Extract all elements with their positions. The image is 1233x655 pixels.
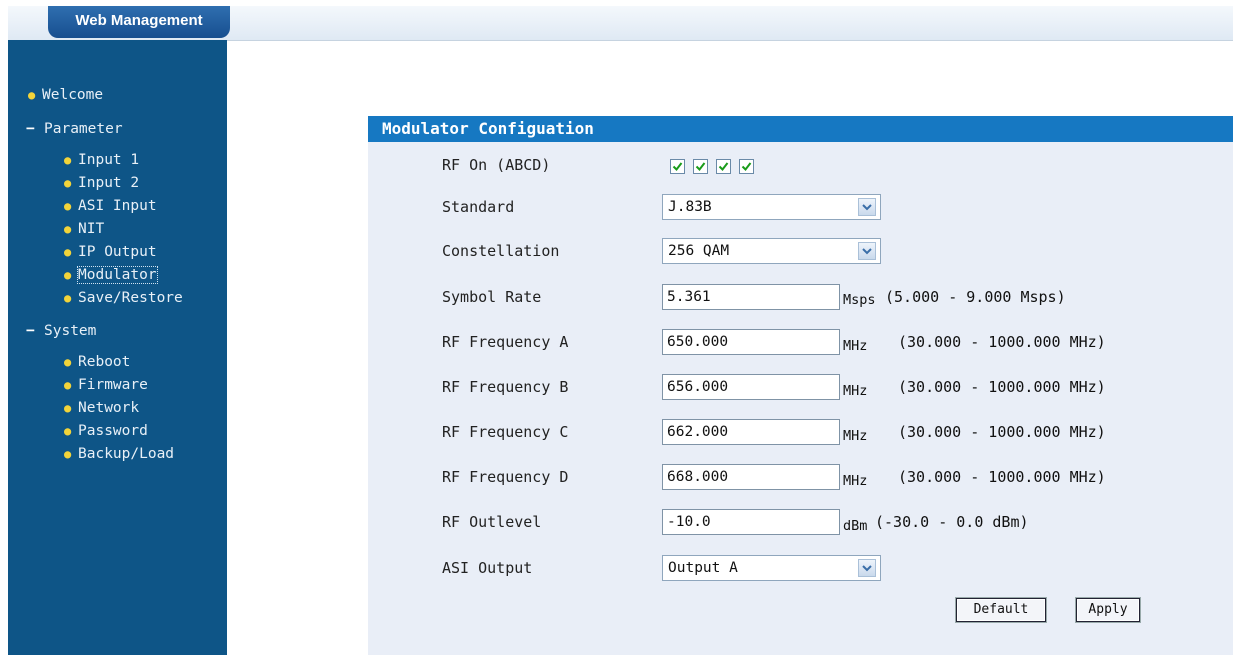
nav-network-label: Network <box>78 400 140 416</box>
default-button[interactable]: Default <box>956 598 1046 622</box>
apply-button[interactable]: Apply <box>1076 598 1140 622</box>
rf-freq-b-label: RF Frequency B <box>442 378 569 396</box>
bullet-icon: ● <box>64 245 72 259</box>
nav-input-2[interactable]: ● Input 2 <box>64 174 139 192</box>
rf-outlevel-unit: dBm <box>843 518 868 534</box>
standard-value: J.83B <box>668 199 712 215</box>
rf-on-label: RF On (ABCD) <box>442 156 551 174</box>
top-bar: Web Management <box>8 6 1233 41</box>
rf-freq-b-unit: MHz <box>843 383 868 399</box>
nav-save-restore-label: Save/Restore <box>78 290 183 306</box>
bullet-icon: ● <box>64 401 72 415</box>
bullet-icon: ● <box>64 291 72 305</box>
nav-firmware[interactable]: ● Firmware <box>64 376 148 394</box>
checkmark-icon <box>672 162 683 172</box>
asi-output-label: ASI Output <box>442 559 533 577</box>
bullet-icon: ● <box>64 424 72 438</box>
constellation-select[interactable]: 256 QAM <box>662 238 881 264</box>
nav-parameter-label: Parameter <box>44 121 123 137</box>
bullet-icon: ● <box>64 268 72 282</box>
panel-title: Modulator Configuation <box>368 116 1233 142</box>
chevron-down-icon[interactable] <box>858 242 876 260</box>
nav-backup-load-label: Backup/Load <box>78 446 175 462</box>
rf-freq-a-label: RF Frequency A <box>442 333 569 351</box>
rf-freq-d-unit: MHz <box>843 473 868 489</box>
symbol-rate-unit: Msps <box>843 292 876 308</box>
checkmark-icon <box>695 162 706 172</box>
nav-ip-output-label: IP Output <box>78 244 157 260</box>
rf-on-a-checkbox[interactable] <box>670 159 685 174</box>
nav-parameter-group[interactable]: − Parameter <box>26 120 123 138</box>
nav-welcome[interactable]: ● Welcome <box>28 86 103 104</box>
standard-label: Standard <box>442 198 515 216</box>
nav-password-label: Password <box>78 423 148 439</box>
nav-save-restore[interactable]: ● Save/Restore <box>64 289 183 307</box>
collapse-icon: − <box>26 121 35 137</box>
rf-freq-c-label: RF Frequency C <box>442 423 569 441</box>
bullet-icon: ● <box>64 222 72 236</box>
rf-freq-c-range: (30.000 - 1000.000 MHz) <box>898 423 1106 441</box>
symbol-rate-input[interactable]: 5.361 <box>662 284 840 310</box>
bullet-icon: ● <box>64 378 72 392</box>
standard-select[interactable]: J.83B <box>662 194 881 220</box>
asi-output-select[interactable]: Output A <box>662 555 881 581</box>
rf-freq-b-range: (30.000 - 1000.000 MHz) <box>898 378 1106 396</box>
web-management-tab[interactable]: Web Management <box>48 6 230 38</box>
rf-on-d-checkbox[interactable] <box>739 159 754 174</box>
rf-outlevel-input[interactable]: -10.0 <box>662 509 840 535</box>
nav-firmware-label: Firmware <box>78 377 148 393</box>
chevron-down-icon[interactable] <box>858 559 876 577</box>
nav-password[interactable]: ● Password <box>64 422 148 440</box>
nav-nit[interactable]: ● NIT <box>64 220 104 238</box>
rf-on-b-checkbox[interactable] <box>693 159 708 174</box>
nav-modulator[interactable]: ● Modulator <box>64 266 158 284</box>
nav-reboot[interactable]: ● Reboot <box>64 353 130 371</box>
constellation-value: 256 QAM <box>668 243 730 259</box>
bullet-icon: ● <box>64 176 72 190</box>
rf-freq-a-unit: MHz <box>843 338 868 354</box>
rf-freq-d-range: (30.000 - 1000.000 MHz) <box>898 468 1106 486</box>
bullet-icon: ● <box>64 199 72 213</box>
nav-system-group[interactable]: − System <box>26 322 96 340</box>
nav-network[interactable]: ● Network <box>64 399 139 417</box>
nav-system-label: System <box>44 323 97 339</box>
nav-nit-label: NIT <box>78 221 105 237</box>
nav-modulator-label: Modulator <box>77 266 158 284</box>
sidebar: ● Welcome − Parameter ● Input 1 ● Input 2 ● A… <box>8 40 227 655</box>
nav-asi-input[interactable]: ● ASI Input <box>64 197 157 215</box>
nav-backup-load[interactable]: ● Backup/Load <box>64 445 174 463</box>
nav-input-1-label: Input 1 <box>78 152 140 168</box>
nav-welcome-label: Welcome <box>42 87 104 103</box>
modulator-config-panel: Modulator Configuation RF On (ABCD) Stan… <box>368 116 1233 655</box>
rf-freq-c-input[interactable]: 662.000 <box>662 419 840 445</box>
collapse-icon: − <box>26 323 35 339</box>
rf-outlevel-range: (-30.0 - 0.0 dBm) <box>875 513 1029 531</box>
nav-ip-output[interactable]: ● IP Output <box>64 243 157 261</box>
rf-freq-b-input[interactable]: 656.000 <box>662 374 840 400</box>
bullet-icon: ● <box>64 153 72 167</box>
rf-outlevel-label: RF Outlevel <box>442 513 542 531</box>
checkmark-icon <box>718 162 729 172</box>
asi-output-value: Output A <box>668 560 738 576</box>
nav-asi-input-label: ASI Input <box>78 198 157 214</box>
bullet-icon: ● <box>64 447 72 461</box>
bullet-icon: ● <box>64 355 72 369</box>
rf-freq-c-unit: MHz <box>843 428 868 444</box>
nav-input-1[interactable]: ● Input 1 <box>64 151 139 169</box>
checkmark-icon <box>741 162 752 172</box>
rf-freq-d-input[interactable]: 668.000 <box>662 464 840 490</box>
symbol-rate-range: (5.000 - 9.000 Msps) <box>885 288 1066 306</box>
rf-on-c-checkbox[interactable] <box>716 159 731 174</box>
rf-freq-a-input[interactable]: 650.000 <box>662 329 840 355</box>
constellation-label: Constellation <box>442 242 560 260</box>
nav-input-2-label: Input 2 <box>78 175 140 191</box>
symbol-rate-label: Symbol Rate <box>442 288 542 306</box>
nav-reboot-label: Reboot <box>78 354 131 370</box>
rf-freq-a-range: (30.000 - 1000.000 MHz) <box>898 333 1106 351</box>
rf-freq-d-label: RF Frequency D <box>442 468 569 486</box>
bullet-icon: ● <box>28 88 36 102</box>
chevron-down-icon[interactable] <box>858 198 876 216</box>
